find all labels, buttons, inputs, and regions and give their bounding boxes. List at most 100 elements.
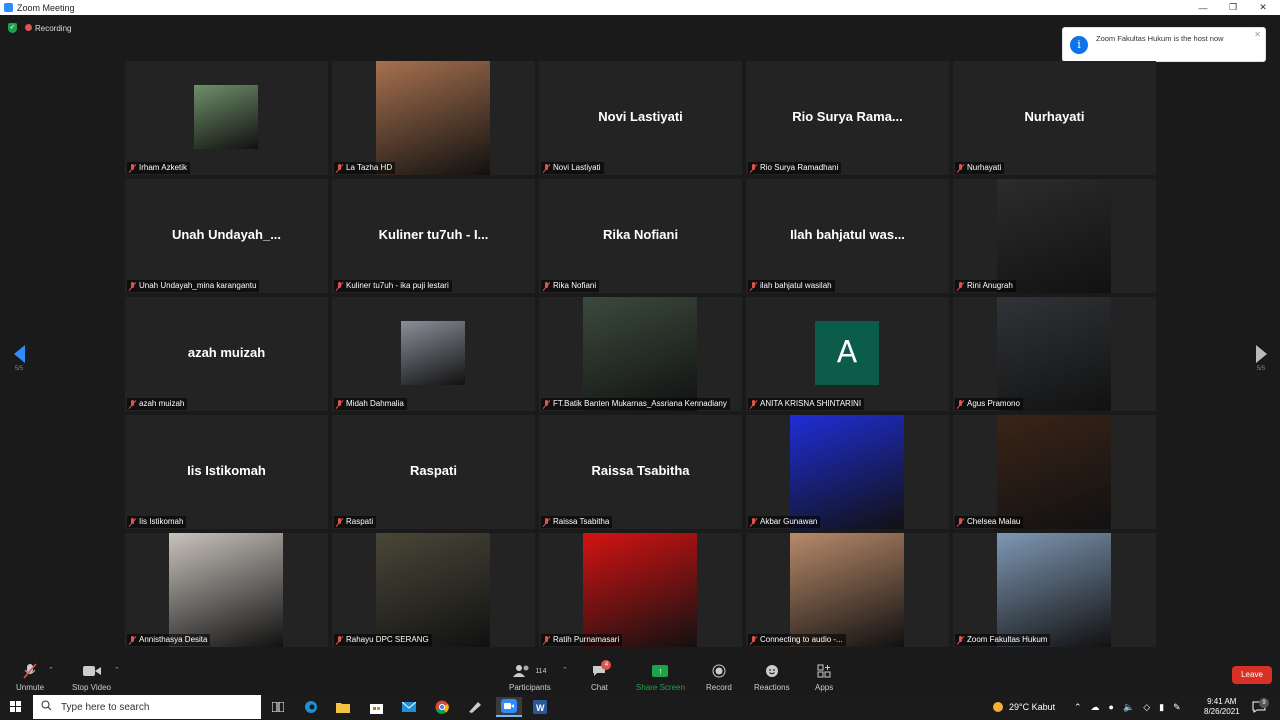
apps-button[interactable]: Apps [815, 662, 833, 692]
notification-center-icon[interactable]: 9 [1252, 694, 1269, 720]
previous-page-button[interactable]: 5/5 [9, 345, 29, 375]
participant-tile[interactable]: A ANITA KRISNA SHINTARINI [746, 297, 949, 411]
participant-tile[interactable]: Raissa Tsabitha Raissa Tsabitha [539, 415, 742, 529]
participant-tile[interactable]: Ilah bahjatul was... ilah bahjatul wasila… [746, 179, 949, 293]
network-icon[interactable]: ◇ [1143, 702, 1150, 713]
muted-mic-icon [543, 399, 550, 409]
participant-name-text: Irham Azketik [139, 163, 188, 172]
participant-tile[interactable]: azah muizah azah muizah [125, 297, 328, 411]
participant-name-text: Iis Istikomah [139, 517, 184, 526]
recording-indicator[interactable]: Recording [25, 23, 71, 33]
participant-name-label: Raissa Tsabitha [541, 516, 613, 528]
unmute-button[interactable]: Unmute [16, 662, 44, 692]
participant-tile[interactable]: Kuliner tu7uh - I... Kuliner tu7uh - ika … [332, 179, 535, 293]
volume-icon[interactable]: 🔈 [1123, 702, 1134, 713]
close-notification-icon[interactable]: ✕ [1254, 30, 1261, 39]
participant-tile[interactable]: Novi Lastiyati Novi Lastiyati [539, 61, 742, 175]
record-button[interactable]: Record [706, 662, 732, 692]
record-label: Record [706, 683, 732, 692]
participant-tile[interactable]: Rika Nofiani Rika Nofiani [539, 179, 742, 293]
participant-tile[interactable]: Chelsea Malau [953, 415, 1156, 529]
participant-tile[interactable]: Irham Azketik [125, 61, 328, 175]
apps-icon [817, 662, 831, 680]
participant-name-text: Midah Dahmalia [346, 399, 404, 408]
zoom-taskbar-icon[interactable] [496, 697, 522, 717]
participant-tile[interactable]: Rio Surya Rama... Rio Surya Ramadhani [746, 61, 949, 175]
participant-display-name: Nurhayati [1024, 109, 1085, 124]
microphone-tray-icon[interactable]: ● [1109, 702, 1114, 712]
muted-mic-icon [957, 517, 964, 527]
participant-name-label: Raspati [334, 516, 377, 528]
participant-video-feed [997, 415, 1111, 529]
word-icon[interactable]: W [530, 697, 550, 717]
participant-tile[interactable]: Zoom Fakultas Hukum [953, 533, 1156, 647]
share-screen-button[interactable]: ↑ Share Screen [636, 662, 685, 692]
participant-tile[interactable]: Rini Anugrah [953, 179, 1156, 293]
participant-tile[interactable]: Rahayu DPC SERANG [332, 533, 535, 647]
audio-options-chevron-icon[interactable]: ⌃ [48, 666, 54, 674]
participant-display-name: Iis Istikomah [187, 463, 266, 478]
notification-text: Zoom Fakultas Hukum is the host now [1096, 34, 1224, 43]
participants-chevron-icon[interactable]: ⌃ [562, 666, 568, 674]
onedrive-sync-icon[interactable]: ☁ [1091, 702, 1100, 713]
zoom-app-icon [4, 3, 13, 12]
participant-name-label: Kuliner tu7uh - ika puji lestari [334, 280, 452, 292]
close-button[interactable]: ✕ [1248, 0, 1278, 15]
maximize-button[interactable]: ❐ [1218, 0, 1248, 15]
weather-widget[interactable]: 29°C Kabut [992, 694, 1055, 720]
participant-name-label: La Tazha HD [334, 162, 396, 174]
mail-icon[interactable] [399, 697, 419, 717]
participant-name-text: Ratih Purnamasari [553, 635, 620, 644]
participant-tile[interactable]: Annisthasya Desita [125, 533, 328, 647]
participant-name-label: Rio Surya Ramadhani [748, 162, 842, 174]
participant-tile[interactable]: Akbar Gunawan [746, 415, 949, 529]
chat-label: Chat [591, 683, 608, 692]
microsoft-store-icon[interactable] [366, 697, 386, 717]
minimize-button[interactable]: — [1188, 0, 1218, 15]
video-options-chevron-icon[interactable]: ⌃ [114, 666, 120, 674]
file-explorer-icon[interactable] [333, 697, 353, 717]
task-view-icon[interactable] [268, 697, 288, 717]
participant-name-label: Ratih Purnamasari [541, 634, 623, 646]
participant-display-name: Rika Nofiani [602, 227, 679, 242]
participant-tile[interactable]: FT.Batik Banten Mukarnas_Assriana Kennad… [539, 297, 742, 411]
participant-tile[interactable]: Ratih Purnamasari [539, 533, 742, 647]
meeting-area: ✓ Recording i Zoom Fakultas Hukum is the… [0, 15, 1280, 660]
chat-badge: 4 [601, 660, 612, 670]
participant-tile[interactable]: Connecting to audio -... [746, 533, 949, 647]
show-hidden-icons-chevron-icon[interactable]: ⌃ [1074, 702, 1082, 713]
taskbar-search-box[interactable]: Type here to search [33, 695, 261, 719]
participant-tile[interactable]: Nurhayati Nurhayati [953, 61, 1156, 175]
battery-icon[interactable]: ▮ [1159, 702, 1164, 713]
chat-button[interactable]: 4 Chat [591, 660, 612, 692]
reactions-button[interactable]: Reactions [754, 662, 790, 692]
clock-date: 8/26/2021 [1204, 707, 1240, 716]
participant-tile[interactable]: Midah Dahmalia [332, 297, 535, 411]
participant-name-label: Midah Dahmalia [334, 398, 407, 410]
participant-tile[interactable]: Iis Istikomah Iis Istikomah [125, 415, 328, 529]
participants-button[interactable]: 114 Participants [509, 662, 551, 692]
muted-mic-icon [957, 399, 964, 409]
participant-tile[interactable]: Agus Pramono [953, 297, 1156, 411]
participant-tile[interactable]: Raspati Raspati [332, 415, 535, 529]
participant-tile[interactable]: La Tazha HD [332, 61, 535, 175]
apps-label: Apps [815, 683, 834, 692]
stop-video-button[interactable]: Stop Video [72, 662, 111, 692]
window-title: Zoom Meeting [17, 2, 75, 13]
pen-tray-icon[interactable]: ✎ [1173, 702, 1181, 713]
participant-video-feed [997, 297, 1111, 411]
encryption-shield-icon[interactable]: ✓ [8, 23, 17, 33]
edge-browser-icon[interactable] [301, 697, 321, 717]
clock[interactable]: 9:41 AM 8/26/2021 [1204, 694, 1240, 720]
smiley-icon [765, 662, 779, 680]
participant-display-name: Ilah bahjatul was... [790, 227, 905, 242]
pen-app-icon[interactable] [465, 697, 485, 717]
search-placeholder: Type here to search [61, 701, 150, 713]
participant-name-text: Chelsea Malau [967, 517, 1021, 526]
windows-start-icon[interactable] [10, 701, 22, 713]
chrome-icon[interactable] [432, 697, 452, 717]
next-page-button[interactable]: 5/5 [1251, 345, 1271, 375]
participant-tile[interactable]: Unah Undayah_... Unah Undayah_mina karang… [125, 179, 328, 293]
muted-mic-icon [957, 635, 964, 645]
leave-button[interactable]: Leave [1232, 666, 1272, 684]
